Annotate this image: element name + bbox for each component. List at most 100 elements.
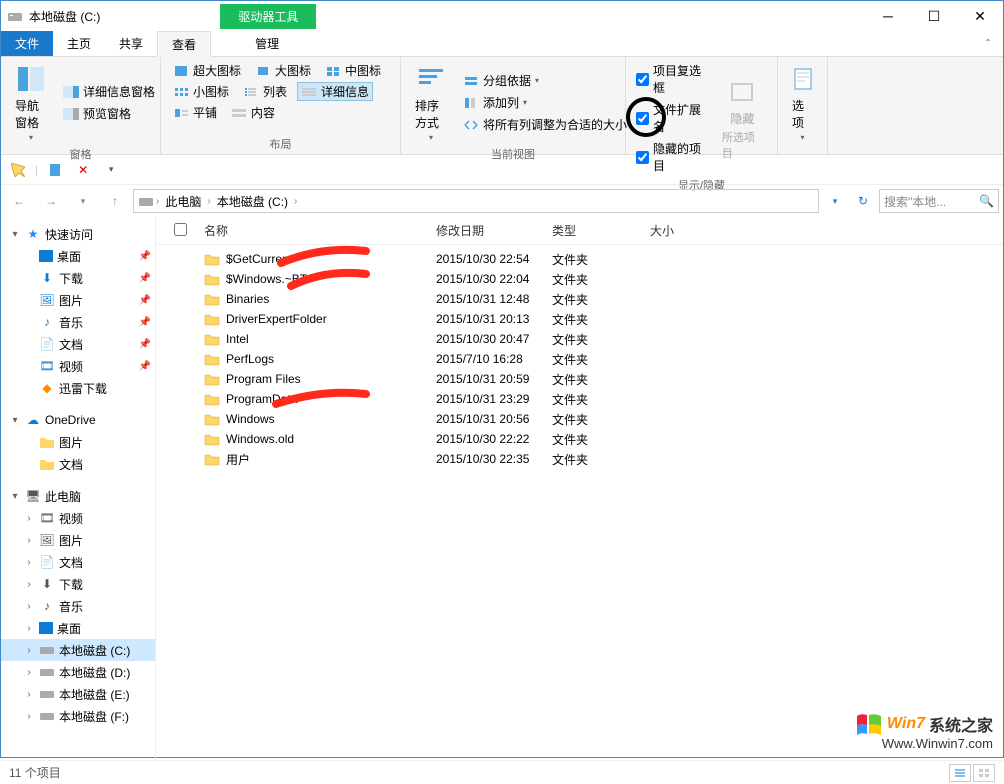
file-date: 2015/10/31 23:29	[428, 392, 544, 406]
navigation-pane: ▾★快速访问 桌面📌 ⬇下载📌 🖼图片📌 ♪音乐📌 📄文档📌 🎞视频📌 ◆迅雷下…	[1, 217, 156, 760]
hide-selected-button[interactable]: 隐藏 所选项目	[716, 74, 769, 163]
column-date-header[interactable]: 修改日期	[428, 222, 544, 239]
nav-documents[interactable]: 📄文档📌	[1, 333, 155, 355]
column-size-header[interactable]: 大小	[642, 222, 742, 239]
file-date: 2015/10/31 20:13	[428, 312, 544, 326]
file-row[interactable]: Program Files2015/10/31 20:59文件夹	[156, 369, 1003, 389]
tab-file[interactable]: 文件	[1, 31, 53, 56]
file-row[interactable]: 用户2015/10/30 22:35文件夹	[156, 449, 1003, 469]
view-large[interactable]: 大图标	[251, 61, 315, 80]
nav-this-pc[interactable]: ▾🖥此电脑	[1, 485, 155, 507]
file-type: 文件夹	[544, 371, 642, 388]
nav-drive-c[interactable]: ›本地磁盘 (C:)	[1, 639, 155, 661]
file-row[interactable]: $Windows.~BT2015/10/30 22:04文件夹	[156, 269, 1003, 289]
nav-quick-access[interactable]: ▾★快速访问	[1, 223, 155, 245]
nav-pc-pictures[interactable]: ›🖼图片	[1, 529, 155, 551]
toolbar-delete-icon[interactable]: ✕	[72, 159, 94, 181]
group-by-button[interactable]: 分组依据▾	[459, 71, 631, 90]
file-name: $GetCurrent	[226, 252, 292, 266]
file-type: 文件夹	[544, 311, 642, 328]
sort-by-button[interactable]: 排序方式 ▾	[409, 61, 453, 144]
file-date: 2015/10/30 22:22	[428, 432, 544, 446]
nav-recent-button[interactable]: ▾	[69, 189, 97, 213]
status-details-view-button[interactable]	[949, 764, 971, 782]
refresh-icon[interactable]: ↻	[851, 189, 875, 213]
tab-home[interactable]: 主页	[53, 31, 105, 56]
nav-onedrive-pictures[interactable]: 图片	[1, 431, 155, 453]
nav-music[interactable]: ♪音乐📌	[1, 311, 155, 333]
nav-onedrive-documents[interactable]: 文档	[1, 453, 155, 475]
pin-icon[interactable]	[7, 159, 29, 181]
nav-drive-d[interactable]: ›本地磁盘 (D:)	[1, 661, 155, 683]
nav-drive-e[interactable]: ›本地磁盘 (E:)	[1, 683, 155, 705]
hidden-items-toggle[interactable]: 隐藏的项目	[634, 139, 710, 175]
column-checkbox-header[interactable]	[166, 223, 196, 239]
nav-forward-button[interactable]: →	[37, 189, 65, 213]
file-name: $Windows.~BT	[226, 272, 307, 286]
breadcrumb-drive-c[interactable]: 本地磁盘 (C:)	[213, 193, 292, 210]
preview-pane-button[interactable]: 预览窗格	[59, 104, 159, 123]
file-row[interactable]: $GetCurrent2015/10/30 22:54文件夹	[156, 249, 1003, 269]
status-icons-view-button[interactable]	[973, 764, 995, 782]
file-type: 文件夹	[544, 251, 642, 268]
nav-downloads[interactable]: ⬇下载📌	[1, 267, 155, 289]
file-row[interactable]: DriverExpertFolder2015/10/31 20:13文件夹	[156, 309, 1003, 329]
nav-onedrive[interactable]: ▾☁OneDrive	[1, 409, 155, 431]
file-row[interactable]: ProgramData2015/10/31 23:29文件夹	[156, 389, 1003, 409]
file-name: Program Files	[226, 372, 301, 386]
add-columns-button[interactable]: 添加列▾	[459, 93, 631, 112]
breadcrumb-this-pc[interactable]: 此电脑	[161, 193, 205, 210]
search-icon: 🔍	[979, 194, 994, 208]
column-name-header[interactable]: 名称	[196, 222, 428, 239]
file-name: PerfLogs	[226, 352, 274, 366]
view-small[interactable]: 小图标	[169, 82, 233, 101]
nav-pc-documents[interactable]: ›📄文档	[1, 551, 155, 573]
file-extensions-toggle[interactable]: 文件扩展名	[634, 100, 710, 136]
contextual-tab-drive-tools[interactable]: 驱动器工具	[220, 4, 316, 29]
view-details[interactable]: 详细信息	[297, 82, 373, 101]
file-name: Binaries	[226, 292, 269, 306]
file-row[interactable]: Windows.old2015/10/30 22:22文件夹	[156, 429, 1003, 449]
file-row[interactable]: Binaries2015/10/31 12:48文件夹	[156, 289, 1003, 309]
tab-manage[interactable]: 管理	[241, 31, 293, 56]
view-extra-large[interactable]: 超大图标	[169, 61, 245, 80]
drive-icon	[7, 8, 23, 24]
minimize-button[interactable]: ─	[865, 1, 911, 31]
file-row[interactable]: Intel2015/10/30 20:47文件夹	[156, 329, 1003, 349]
nav-desktop[interactable]: 桌面📌	[1, 245, 155, 267]
file-row[interactable]: PerfLogs2015/7/10 16:28文件夹	[156, 349, 1003, 369]
file-type: 文件夹	[544, 291, 642, 308]
options-button[interactable]: 选项 ▾	[786, 61, 819, 144]
ribbon-collapse-button[interactable]: ˆ	[973, 31, 1003, 56]
view-list[interactable]: 列表	[239, 82, 291, 101]
tab-view[interactable]: 查看	[157, 31, 211, 57]
tab-share[interactable]: 共享	[105, 31, 157, 56]
nav-pc-downloads[interactable]: ›⬇下载	[1, 573, 155, 595]
nav-pictures[interactable]: 🖼图片📌	[1, 289, 155, 311]
view-content[interactable]: 内容	[227, 103, 279, 122]
toolbar-paste-icon[interactable]	[44, 159, 66, 181]
item-checkboxes-toggle[interactable]: 项目复选框	[634, 61, 710, 97]
search-input[interactable]: 搜索"本地... 🔍	[879, 189, 999, 213]
column-type-header[interactable]: 类型	[544, 222, 642, 239]
nav-xunlei[interactable]: ◆迅雷下载	[1, 377, 155, 399]
maximize-button[interactable]: ☐	[911, 1, 957, 31]
file-row[interactable]: Windows2015/10/31 20:56文件夹	[156, 409, 1003, 429]
breadcrumb[interactable]: › 此电脑 › 本地磁盘 (C:) ›	[133, 189, 819, 213]
nav-pc-desktop[interactable]: ›桌面	[1, 617, 155, 639]
nav-pc-music[interactable]: ›♪音乐	[1, 595, 155, 617]
nav-drive-f[interactable]: ›本地磁盘 (F:)	[1, 705, 155, 727]
nav-back-button[interactable]: ←	[5, 189, 33, 213]
navigation-pane-button[interactable]: 导航窗格 ▾	[9, 61, 53, 144]
nav-up-button[interactable]: ↑	[101, 189, 129, 213]
fit-columns-button[interactable]: 将所有列调整为合适的大小	[459, 115, 631, 134]
file-type: 文件夹	[544, 391, 642, 408]
view-tiles[interactable]: 平铺	[169, 103, 221, 122]
nav-videos[interactable]: 🎞视频📌	[1, 355, 155, 377]
close-button[interactable]: ✕	[957, 1, 1003, 31]
details-pane-button[interactable]: 详细信息窗格	[59, 82, 159, 101]
toolbar-dropdown-icon[interactable]: ▾	[100, 159, 122, 181]
nav-pc-videos[interactable]: ›🎞视频	[1, 507, 155, 529]
refresh-button[interactable]: ▾	[823, 189, 847, 213]
view-medium[interactable]: 中图标	[321, 61, 385, 80]
